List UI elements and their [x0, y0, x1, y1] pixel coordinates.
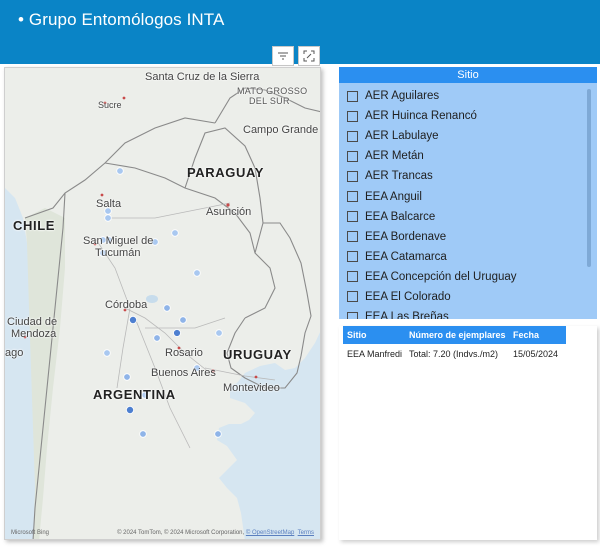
slicer-item[interactable]: EEA Concepción del Uruguay [339, 267, 584, 287]
slicer-item-label: AER Metán [365, 150, 424, 163]
slicer-item-label: EEA El Colorado [365, 290, 451, 303]
filter-icon [278, 52, 288, 60]
checkbox[interactable] [347, 150, 358, 162]
map-label-san-miguel: San Miguel de [83, 235, 154, 247]
slicer-scrollbar[interactable] [587, 89, 591, 267]
cell-ejemplares: Total: 7.20 (Indvs./m2) [409, 349, 499, 359]
slicer-item[interactable]: EEA Bordenave [339, 227, 584, 247]
column-header-ejemplares[interactable]: Número de ejemplares [405, 330, 509, 340]
slicer-item-label: AER Trancas [365, 170, 433, 183]
map-label-tucuman: Tucumán [95, 247, 141, 259]
map-label-sucre: Sucre [98, 100, 122, 110]
slicer-item[interactable]: EEA Balcarce [339, 207, 584, 227]
slicer-item[interactable]: AER Aguilares [339, 86, 584, 106]
checkbox[interactable] [347, 170, 358, 182]
map-credits: © 2024 TomTom, © 2024 Microsoft Corporat… [117, 530, 314, 536]
slicer-item-label: EEA Concepción del Uruguay [365, 270, 517, 283]
checkbox[interactable] [347, 90, 358, 102]
checkbox[interactable] [347, 130, 358, 142]
slicer-item[interactable]: AER Metán [339, 146, 584, 166]
sitio-slicer[interactable]: Sitio AER Aguilares AER Huinca Renancó AER… [339, 67, 597, 319]
map-label-rosario: Rosario [165, 347, 203, 359]
slicer-item-label: EEA Catamarca [365, 250, 447, 263]
map-label-paraguay: PARAGUAY [187, 165, 265, 180]
map-label-ciudad-de: Ciudad de [7, 316, 58, 328]
slicer-item-label: AER Huinca Renancó [365, 110, 477, 123]
cell-sitio: EEA Manfredi [347, 349, 403, 359]
checkbox[interactable] [347, 271, 358, 283]
map-label-del-sur: DEL SUR [249, 96, 290, 106]
terms-link[interactable]: Terms [298, 530, 314, 536]
bing-logo: Microsoft Bing [11, 530, 50, 536]
slicer-item[interactable]: EEA Catamarca [339, 247, 584, 267]
map-visual[interactable]: Santa Cruz de la Sierra MATO GROSSO DEL … [4, 67, 321, 540]
map-label-buenos-aires: Buenos Aires [151, 367, 216, 379]
map-label-santiago-fragment: ago [5, 347, 24, 359]
slicer-item[interactable]: AER Huinca Renancó [339, 106, 584, 126]
focus-mode-icon [303, 50, 315, 62]
slicer-item-label: AER Aguilares [365, 90, 440, 103]
map-label-chile: CHILE [13, 218, 55, 233]
map-credits-text: © 2024 TomTom, © 2024 Microsoft Corporat… [117, 530, 246, 536]
checkbox[interactable] [347, 110, 358, 122]
slicer-item-label: EEA Anguil [365, 190, 422, 203]
focus-mode-button[interactable] [298, 46, 320, 66]
map-label-montevideo: Montevideo [223, 382, 280, 394]
map-label-uruguay: URUGUAY [223, 347, 292, 362]
slicer-item-label: AER Labulaye [365, 130, 439, 143]
checkbox[interactable] [347, 251, 358, 263]
table-header-row: Sitio Número de ejemplares Fecha [343, 326, 566, 344]
column-header-sitio[interactable]: Sitio [343, 330, 405, 340]
cell-fecha: 15/05/2024 [513, 349, 559, 359]
slicer-item-label: EEA Balcarce [365, 210, 436, 223]
filter-button[interactable] [272, 46, 294, 66]
slicer-item[interactable]: EEA Anguil [339, 186, 584, 206]
map-canvas[interactable] [5, 68, 321, 540]
checkbox[interactable] [347, 311, 358, 319]
map-label-santa-cruz: Santa Cruz de la Sierra [145, 71, 260, 83]
slicer-item[interactable]: EEA El Colorado [339, 287, 584, 307]
map-label-cordoba: Córdoba [105, 299, 148, 311]
results-table: Sitio Número de ejemplares Fecha EEA Man… [339, 326, 597, 540]
checkbox[interactable] [347, 211, 358, 223]
slicer-title: Sitio [339, 67, 597, 83]
slicer-list: AER Aguilares AER Huinca Renancó AER Labul… [339, 86, 584, 319]
slicer-item[interactable]: AER Labulaye [339, 126, 584, 146]
slicer-item-label: EEA Bordenave [365, 230, 447, 243]
slicer-item[interactable]: EEA Las Breñas [339, 307, 584, 319]
column-header-fecha[interactable]: Fecha [509, 330, 566, 340]
checkbox[interactable] [347, 291, 358, 303]
checkbox[interactable] [347, 231, 358, 243]
map-label-campo-grande: Campo Grande [243, 124, 319, 136]
report-title: • Grupo Entomólogos INTA [18, 10, 225, 29]
slicer-item[interactable]: AER Trancas [339, 166, 584, 186]
table-row: EEA Manfredi Total: 7.20 (Indvs./m2) 15/… [343, 346, 566, 362]
checkbox[interactable] [347, 191, 358, 203]
map-label-argentina: ARGENTINA [93, 387, 176, 402]
openstreetmap-link[interactable]: © OpenStreetMap [246, 530, 294, 536]
map-label-mendoza: Mendoza [11, 328, 57, 340]
map-label-asuncion: Asunción [206, 206, 252, 218]
map-label-salta: Salta [96, 198, 122, 210]
slicer-item-label: EEA Las Breñas [365, 311, 449, 319]
